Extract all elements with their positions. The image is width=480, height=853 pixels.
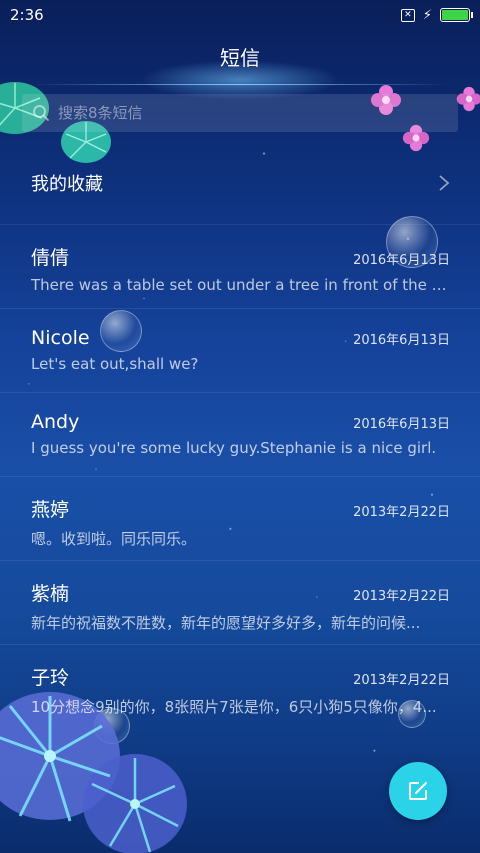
conversation-item[interactable]: 紫楠 2013年2月22日 新年的祝福数不胜数，新年的愿望好多好多，新年的问候.… [0,560,480,644]
status-bar: 2:36 ✕ ⚡ [0,0,480,30]
search-input[interactable] [58,104,458,122]
message-date: 2013年2月22日 [353,673,450,688]
chevron-right-icon [439,175,450,191]
status-icons: ✕ ⚡ [400,7,473,23]
conversation-item[interactable]: Andy 2016年6月13日 I guess you're some luck… [0,392,480,476]
message-date: 2016年6月13日 [353,253,450,268]
message-preview: 嗯。收到啦。同乐同乐。 [31,530,197,548]
contact-name: 倩倩 [31,247,70,269]
search-box[interactable] [22,94,458,132]
message-date: 2013年2月22日 [353,505,450,520]
compose-button[interactable] [389,762,447,820]
conversation-item[interactable]: 燕婷 2013年2月22日 嗯。收到啦。同乐同乐。 [0,476,480,560]
compose-icon [409,782,427,800]
message-date: 2016年6月13日 [353,333,450,348]
status-time: 2:36 [10,6,44,24]
message-date: 2013年2月22日 [353,589,450,604]
search-icon [33,105,49,121]
message-preview: There was a table set out under a tree i… [31,276,449,294]
battery-fill [442,10,468,20]
message-preview: I guess you're some lucky guy.Stephanie … [31,439,437,457]
favorites-label: 我的收藏 [31,174,103,195]
battery-icon [440,8,473,22]
no-sim-icon: ✕ [400,8,415,22]
title-divider [30,84,450,85]
contact-name: 紫楠 [31,583,70,605]
conversation-item[interactable]: 子玲 2013年2月22日 10分想念9别的你，8张照片7张是你，6只小狗5只像… [0,644,480,728]
flower-icon [456,86,480,112]
page-title: 短信 [220,46,260,70]
favorites-row[interactable]: 我的收藏 [0,160,480,206]
contact-name: 燕婷 [31,499,70,521]
message-preview: Let's eat out,shall we? [31,355,199,373]
conversation-list: 倩倩 2016年6月13日 There was a table set out … [0,224,480,728]
contact-name: 子玲 [31,667,70,689]
conversation-item[interactable]: Nicole 2016年6月13日 Let's eat out,shall we… [0,308,480,392]
message-date: 2016年6月13日 [353,417,450,432]
charging-icon: ⚡ [422,7,432,23]
message-preview: 新年的祝福数不胜数，新年的愿望好多好多，新年的问候... [31,614,421,632]
contact-name: Nicole [31,327,90,349]
contact-name: Andy [31,411,80,433]
message-preview: 10分想念9别的你，8张照片7张是你，6只小狗5只像你，4... [31,698,437,716]
conversation-item[interactable]: 倩倩 2016年6月13日 There was a table set out … [0,224,480,308]
